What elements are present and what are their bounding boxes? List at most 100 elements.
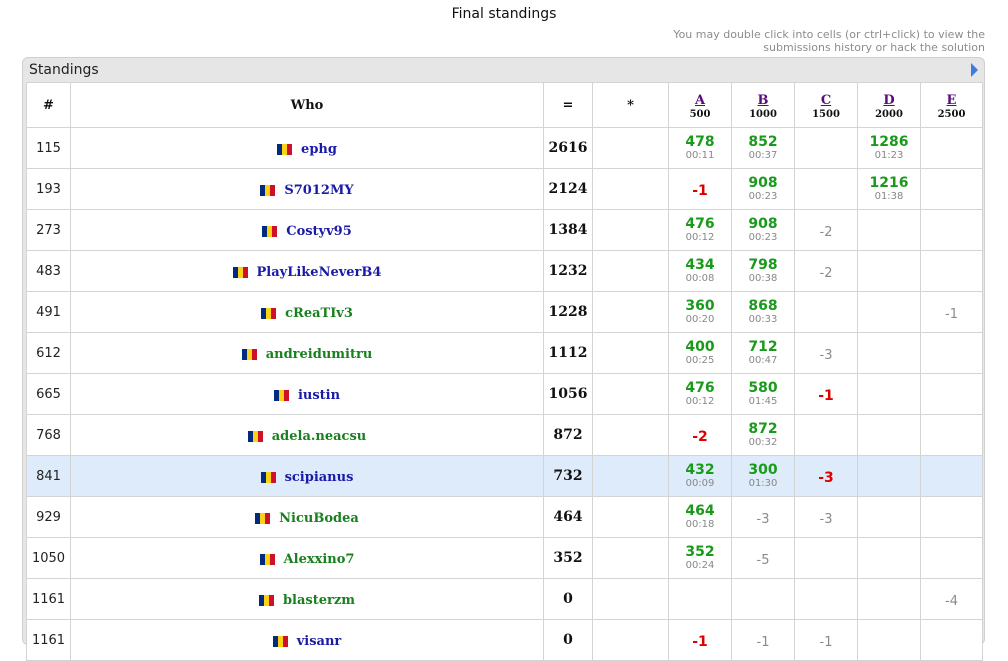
table-row[interactable]: 768 adela.neacsu 872 -2 872 00:32 [26,414,983,456]
problem-result-cell[interactable]: 908 00:23 [731,209,795,251]
problem-result-cell[interactable]: 1286 01:23 [857,127,921,169]
problem-result-cell[interactable]: -1 [731,619,795,661]
table-row[interactable]: 491 cReaTIv3 1228 360 00:20 868 00:33 -1 [26,291,983,333]
problem-result-cell[interactable] [920,127,983,169]
problem-result-cell[interactable]: 868 00:33 [731,291,795,333]
problem-d-link[interactable]: D [858,93,920,108]
problem-result-cell[interactable] [920,455,983,497]
hacks-cell[interactable] [592,332,669,374]
problem-result-cell[interactable] [920,250,983,292]
hacks-cell[interactable] [592,578,669,620]
problem-result-cell[interactable] [920,373,983,415]
problem-result-cell[interactable] [920,168,983,210]
problem-result-cell[interactable] [794,127,858,169]
problem-result-cell[interactable]: 798 00:38 [731,250,795,292]
hacks-cell[interactable] [592,455,669,497]
problem-result-cell[interactable]: 478 00:11 [668,127,732,169]
problem-result-cell[interactable]: -4 [920,578,983,620]
problem-a-link[interactable]: A [669,93,731,108]
expand-arrow-icon[interactable] [971,63,978,77]
user-handle-link[interactable]: adela.neacsu [272,429,367,444]
user-handle-link[interactable]: NicuBodea [279,511,359,526]
problem-result-cell[interactable]: 360 00:20 [668,291,732,333]
user-handle-link[interactable]: S7012MY [284,183,353,198]
problem-result-cell[interactable] [920,496,983,538]
problem-result-cell[interactable]: 400 00:25 [668,332,732,374]
problem-result-cell[interactable]: 852 00:37 [731,127,795,169]
user-handle-link[interactable]: cReaTIv3 [285,306,353,321]
hacks-cell[interactable] [592,373,669,415]
problem-result-cell[interactable]: 432 00:09 [668,455,732,497]
hacks-cell[interactable] [592,619,669,661]
problem-result-cell[interactable] [920,414,983,456]
problem-result-cell[interactable] [857,537,921,579]
problem-result-cell[interactable]: -3 [794,332,858,374]
hacks-cell[interactable] [592,496,669,538]
problem-result-cell[interactable]: -5 [731,537,795,579]
table-row[interactable]: 193 S7012MY 2124 -1 908 00:23 1216 01:38 [26,168,983,210]
problem-result-cell[interactable]: 352 00:24 [668,537,732,579]
problem-result-cell[interactable] [920,537,983,579]
problem-result-cell[interactable]: -1 [920,291,983,333]
problem-result-cell[interactable] [794,168,858,210]
problem-result-cell[interactable]: -2 [794,209,858,251]
problem-result-cell[interactable]: 1216 01:38 [857,168,921,210]
user-handle-link[interactable]: blasterzm [283,593,355,608]
problem-result-cell[interactable] [794,578,858,620]
problem-result-cell[interactable]: 908 00:23 [731,168,795,210]
problem-result-cell[interactable] [857,578,921,620]
table-row[interactable]: 115 ephg 2616 478 00:11 852 00:37 1286 01:23 [26,127,983,169]
problem-result-cell[interactable]: -1 [668,619,732,661]
hacks-cell[interactable] [592,291,669,333]
problem-result-cell[interactable]: -1 [794,373,858,415]
user-handle-link[interactable]: iustin [298,388,340,403]
table-row[interactable]: 612 andreidumitru 1112 400 00:25 712 00:47 -3 [26,332,983,374]
problem-result-cell[interactable] [857,291,921,333]
problem-result-cell[interactable] [857,619,921,661]
problem-result-cell[interactable]: -1 [794,619,858,661]
problem-result-cell[interactable] [920,619,983,661]
hacks-cell[interactable] [592,168,669,210]
hacks-cell[interactable] [592,414,669,456]
problem-result-cell[interactable] [731,578,795,620]
problem-result-cell[interactable]: 580 01:45 [731,373,795,415]
problem-result-cell[interactable] [857,373,921,415]
problem-result-cell[interactable]: 300 01:30 [731,455,795,497]
user-handle-link[interactable]: andreidumitru [266,347,373,362]
problem-result-cell[interactable]: -3 [794,455,858,497]
hacks-cell[interactable] [592,209,669,251]
problem-b-link[interactable]: B [732,93,794,108]
problem-result-cell[interactable] [857,414,921,456]
problem-result-cell[interactable] [794,414,858,456]
user-handle-link[interactable]: ephg [301,142,337,157]
table-row[interactable]: 929 NicuBodea 464 464 00:18 -3 -3 [26,496,983,538]
problem-result-cell[interactable]: -2 [794,250,858,292]
user-handle-link[interactable]: visanr [297,634,342,649]
problem-c-link[interactable]: C [795,93,857,108]
problem-result-cell[interactable] [857,455,921,497]
problem-result-cell[interactable]: 476 00:12 [668,209,732,251]
table-row[interactable]: 1161 blasterzm 0 -4 [26,578,983,620]
problem-result-cell[interactable] [857,250,921,292]
problem-result-cell[interactable]: 434 00:08 [668,250,732,292]
problem-result-cell[interactable]: -3 [794,496,858,538]
problem-result-cell[interactable] [794,537,858,579]
table-row[interactable]: 841 scipianus 732 432 00:09 300 01:30 -3 [26,455,983,497]
problem-result-cell[interactable] [920,332,983,374]
table-row[interactable]: 1161 visanr 0 -1 -1 -1 [26,619,983,661]
problem-result-cell[interactable] [668,578,732,620]
problem-result-cell[interactable]: 712 00:47 [731,332,795,374]
problem-result-cell[interactable]: -3 [731,496,795,538]
table-row[interactable]: 1050 Alexxino7 352 352 00:24 -5 [26,537,983,579]
problem-e-link[interactable]: E [921,93,982,108]
table-row[interactable]: 273 Costyv95 1384 476 00:12 908 00:23 -2 [26,209,983,251]
user-handle-link[interactable]: Alexxino7 [284,552,355,567]
problem-result-cell[interactable] [857,209,921,251]
hacks-cell[interactable] [592,127,669,169]
user-handle-link[interactable]: PlayLikeNeverB4 [257,265,382,280]
table-row[interactable]: 665 iustin 1056 476 00:12 580 01:45 -1 [26,373,983,415]
problem-result-cell[interactable]: -1 [668,168,732,210]
problem-result-cell[interactable] [920,209,983,251]
hacks-cell[interactable] [592,537,669,579]
user-handle-link[interactable]: scipianus [285,470,354,485]
